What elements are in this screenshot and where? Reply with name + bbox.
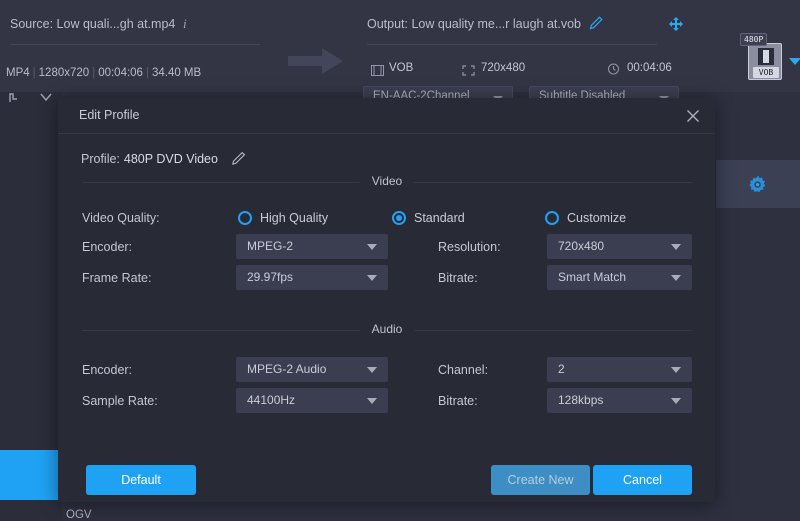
radio-circle-icon [238, 211, 252, 225]
dialog-header: Edit Profile [58, 98, 715, 134]
audio-samplerate-select[interactable]: 44100Hz [236, 388, 388, 413]
video-bitrate-label: Bitrate: [438, 271, 478, 285]
trim-icon[interactable] [8, 90, 24, 108]
video-framerate-value: 29.97fps [247, 270, 293, 284]
thumbnail-preview[interactable] [0, 450, 60, 500]
cancel-button[interactable]: Cancel [593, 465, 692, 495]
audio-channel-select[interactable]: 2 [547, 357, 692, 382]
source-size: 34.40 MB [152, 67, 201, 79]
conversion-arrow-icon [288, 48, 343, 74]
resolution-icon [462, 63, 475, 76]
film-strip-icon [758, 48, 774, 65]
app-window: Source: Low quali...gh at.mp4 i MP4|1280… [0, 0, 800, 521]
move-handle-icon[interactable] [668, 16, 684, 32]
video-bitrate-value: Smart Match [558, 270, 626, 284]
profile-edit-icon[interactable] [231, 151, 246, 166]
video-section-header: Video [82, 174, 692, 190]
radio-circle-icon [392, 211, 406, 225]
chevron-down-icon [367, 367, 377, 373]
audio-encoder-value: MPEG-2 Audio [247, 362, 326, 376]
output-title: Output: Low quality me...r laugh at.vob [367, 17, 581, 31]
audio-bitrate-label: Bitrate: [438, 394, 478, 408]
video-bitrate-select[interactable]: Smart Match [547, 265, 692, 290]
audio-encoder-select[interactable]: MPEG-2 Audio [236, 357, 388, 382]
chevron-down-icon [671, 275, 681, 281]
chevron-down-icon [671, 398, 681, 404]
source-divider [10, 44, 260, 45]
format-badge-label: VOB [753, 67, 779, 78]
audio-bitrate-value: 128kbps [558, 393, 603, 407]
format-list-item-ogv[interactable]: OGV [66, 509, 92, 521]
profile-label: Profile: [81, 152, 120, 166]
video-encoder-value: MPEG-2 [247, 239, 293, 253]
output-format: VOB [389, 62, 413, 74]
audio-channel-value: 2 [558, 362, 565, 376]
source-meta: MP4|1280x720|00:04:06|34.40 MB [6, 67, 201, 79]
video-quality-row: Video Quality: High Quality Standard Cus… [82, 208, 692, 232]
info-icon[interactable]: i [183, 16, 187, 32]
format-dropdown-caret-icon[interactable] [789, 58, 800, 65]
audio-encoder-label: Encoder: [82, 363, 132, 377]
edit-profile-dialog: Edit Profile Profile: 480P DVD Video Vide… [58, 98, 715, 502]
audio-samplerate-label: Sample Rate: [82, 394, 158, 408]
video-encoder-select[interactable]: MPEG-2 [236, 234, 388, 259]
audio-section-title: Audio [360, 322, 415, 336]
dialog-title: Edit Profile [79, 108, 139, 122]
video-section-title: Video [360, 174, 414, 188]
output-format-badge[interactable]: VOB 480P [748, 43, 782, 80]
radio-label-high-quality: High Quality [260, 211, 328, 225]
video-resolution-value: 720x480 [558, 239, 604, 253]
video-resolution-label: Resolution: [438, 240, 501, 254]
chevron-down-icon [367, 275, 377, 281]
audio-section-header: Audio [82, 322, 692, 338]
chevron-down-icon [367, 244, 377, 250]
profile-row: Profile: 480P DVD Video [81, 150, 218, 168]
default-button[interactable]: Default [86, 465, 196, 495]
chevron-down-icon [671, 367, 681, 373]
video-quality-label: Video Quality: [82, 211, 160, 225]
output-duration: 00:04:06 [627, 62, 672, 74]
film-icon [371, 63, 384, 76]
audio-samplerate-value: 44100Hz [247, 393, 295, 407]
chevron-down-icon[interactable] [38, 90, 54, 108]
radio-label-customize: Customize [567, 211, 626, 225]
source-duration: 00:04:06 [98, 67, 143, 79]
radio-label-standard: Standard [414, 211, 465, 225]
format-badge-box: VOB [748, 43, 782, 80]
radio-circle-icon [545, 211, 559, 225]
output-meta: VOB 720x480 00:04:06 [367, 60, 667, 80]
radio-standard[interactable]: Standard [392, 210, 502, 230]
resolution-tag: 480P [740, 33, 767, 46]
profile-value: 480P DVD Video [124, 152, 218, 166]
source-resolution: 1280x720 [39, 67, 90, 79]
video-framerate-label: Frame Rate: [82, 271, 151, 285]
audio-bitrate-select[interactable]: 128kbps [547, 388, 692, 413]
radio-customize[interactable]: Customize [545, 210, 655, 230]
audio-channel-label: Channel: [438, 363, 488, 377]
chevron-down-icon [671, 244, 681, 250]
close-icon[interactable] [681, 104, 705, 128]
output-resolution: 720x480 [481, 62, 525, 74]
video-framerate-select[interactable]: 29.97fps [236, 265, 388, 290]
radio-high-quality[interactable]: High Quality [238, 210, 348, 230]
source-title: Source: Low quali...gh at.mp4 [10, 17, 175, 31]
source-format: MP4 [6, 67, 30, 79]
output-divider [367, 44, 657, 45]
create-new-button[interactable]: Create New [491, 465, 590, 495]
video-encoder-label: Encoder: [82, 240, 132, 254]
chevron-down-icon [367, 398, 377, 404]
gear-icon[interactable] [748, 175, 768, 195]
output-edit-icon[interactable] [589, 16, 603, 30]
video-resolution-select[interactable]: 720x480 [547, 234, 692, 259]
clock-icon [607, 63, 620, 76]
